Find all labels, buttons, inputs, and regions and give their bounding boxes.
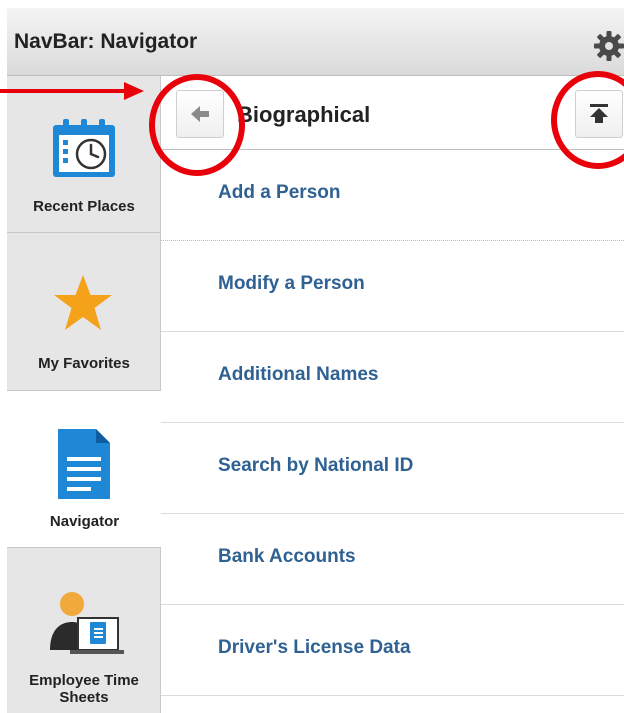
tile-navigator[interactable]: Navigator: [7, 391, 162, 548]
gear-icon[interactable]: [593, 30, 624, 62]
scroll-top-button[interactable]: [575, 90, 623, 138]
employee-timesheet-icon: [50, 592, 124, 654]
tile-label: Recent Places: [33, 198, 135, 215]
menu-item[interactable]: Modify a Person: [161, 241, 624, 332]
menu-item-link[interactable]: Bank Accounts: [218, 546, 356, 568]
navbar-rail: Recent Places My Favorites Navigator Emp…: [7, 76, 162, 713]
menu-item[interactable]: Add a Person: [161, 150, 624, 241]
menu-item[interactable]: Additional Names: [161, 332, 624, 423]
tile-recent-places[interactable]: Recent Places: [7, 76, 161, 233]
back-arrow-icon: [191, 106, 209, 122]
calendar-clock-icon: [53, 119, 115, 177]
menu-item-link[interactable]: Add a Person: [218, 182, 340, 204]
document-icon: [58, 429, 110, 499]
menu-item-link[interactable]: Modify a Person: [218, 273, 365, 295]
menu-item-link[interactable]: Search by National ID: [218, 455, 413, 477]
navbar-title: NavBar: Navigator: [14, 30, 198, 53]
tile-my-favorites[interactable]: My Favorites: [7, 233, 161, 391]
scroll-to-top-icon: [590, 104, 608, 123]
tile-label: Employee Time Sheets: [29, 672, 139, 706]
navigator-panel: Biographical Add a Person Modify a Perso…: [161, 76, 624, 713]
navbar-window: NavBar: Navigator Recent Places My Favor…: [0, 0, 624, 713]
menu-item[interactable]: Search by National ID: [161, 423, 624, 514]
navigator-menu: Add a Person Modify a Person Additional …: [161, 150, 624, 696]
star-icon: [54, 275, 112, 330]
tile-employee-time-sheets[interactable]: Employee Time Sheets: [7, 548, 161, 713]
navbar-header: NavBar: Navigator: [7, 8, 624, 76]
menu-item-link[interactable]: Driver's License Data: [218, 637, 411, 659]
tile-label: My Favorites: [38, 355, 130, 372]
menu-item[interactable]: Bank Accounts: [161, 514, 624, 605]
tile-label: Navigator: [49, 513, 120, 530]
menu-item-link[interactable]: Additional Names: [218, 364, 378, 386]
menu-item[interactable]: Driver's License Data: [161, 605, 624, 696]
panel-title: Biographical: [237, 102, 371, 127]
panel-header: Biographical: [161, 76, 624, 150]
back-button[interactable]: [176, 90, 224, 138]
